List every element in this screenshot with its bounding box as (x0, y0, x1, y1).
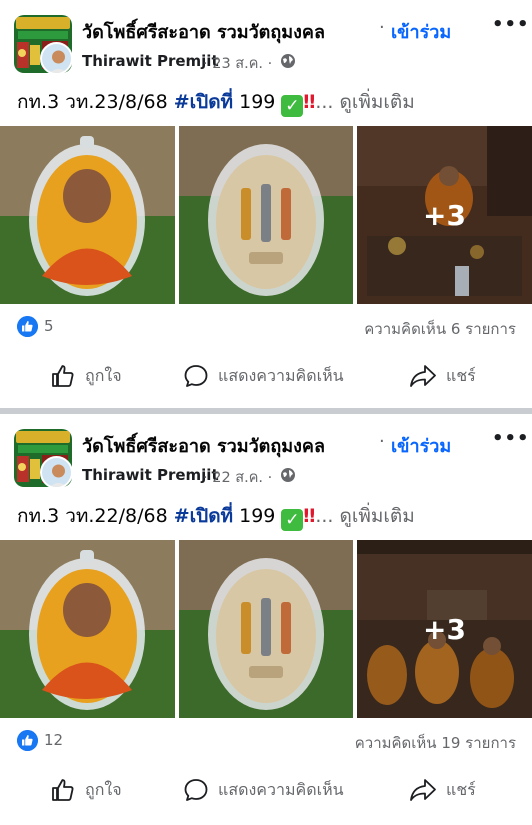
comment-button[interactable]: แสดงความคิดเห็น (183, 768, 344, 812)
more-icon[interactable]: ••• (492, 428, 530, 449)
comment-bubble-icon (184, 365, 208, 387)
feed-post: วัดโพธิ์ศรีสะอาด รวมวัตถุมงคล · เข้าร่วม… (0, 414, 532, 825)
reactions-bar: 12 ความคิดเห็น 19 รายการ (0, 726, 532, 754)
post-text: กท.3 วท.23/8/68 #เปิดที่ 199 ✓ ‼... ดูเพิ… (17, 87, 415, 117)
group-name-link[interactable]: วัดโพธิ์ศรีสะอาด รวมวัตถุมงคล (82, 17, 325, 46)
join-button[interactable]: เข้าร่วม (391, 17, 451, 46)
comment-count[interactable]: ความคิดเห็น 19 รายการ (355, 731, 516, 755)
comment-button[interactable]: แสดงความคิดเห็น (183, 354, 344, 398)
double-exclamation-emoji: ‼ (303, 91, 316, 113)
check-emoji: ✓ (281, 509, 304, 531)
like-count[interactable]: 5 (44, 317, 54, 335)
post-date[interactable]: · 22 ส.ค. · (203, 466, 272, 489)
reactions-bar: 5 ความคิดเห็น 6 รายการ (0, 312, 532, 340)
photo-amulet-back[interactable] (179, 126, 353, 304)
post-text-prefix: กท.3 วท.23/8/68 (17, 91, 174, 113)
thumbs-up-icon (52, 779, 74, 801)
group-name-link[interactable]: วัดโพธิ์ศรีสะอาด รวมวัตถุมงคล (82, 431, 325, 460)
more-photos-count: +3 (357, 540, 532, 718)
hashtag-link[interactable]: #เปิดที่ (174, 91, 233, 113)
like-button[interactable]: ถูกใจ (50, 768, 122, 812)
thumbs-up-icon (52, 365, 74, 387)
author-name-link[interactable]: Thirawit Premjit (82, 466, 219, 484)
photo-amulet-back[interactable] (179, 540, 353, 718)
globe-icon (281, 54, 295, 68)
see-more-link[interactable]: ... ดูเพิ่มเติม (315, 505, 414, 527)
like-reaction-icon[interactable] (17, 730, 38, 751)
photo-amulet-portrait[interactable] (0, 126, 175, 304)
more-photos-count: +3 (357, 126, 532, 304)
join-button[interactable]: เข้าร่วม (391, 431, 451, 460)
author-avatar[interactable] (40, 456, 73, 489)
share-arrow-icon (410, 779, 436, 801)
photo-grid: +3 (0, 126, 532, 304)
see-more-link[interactable]: ... ดูเพิ่มเติม (315, 91, 414, 113)
like-button[interactable]: ถูกใจ (50, 354, 122, 398)
more-icon[interactable]: ••• (492, 14, 530, 35)
like-label: ถูกใจ (85, 365, 122, 385)
photo-amulet-portrait[interactable] (0, 540, 175, 718)
share-button[interactable]: แชร์ (409, 354, 476, 398)
action-bar: ถูกใจ แสดงความคิดเห็น แชร์ (0, 768, 532, 812)
post-text-number: 199 (233, 91, 282, 113)
post-text: กท.3 วท.22/8/68 #เปิดที่ 199 ✓ ‼... ดูเพิ… (17, 501, 415, 531)
like-count[interactable]: 12 (44, 731, 63, 749)
feed-post: วัดโพธิ์ศรีสะอาด รวมวัตถุมงคล · เข้าร่วม… (0, 0, 532, 408)
like-label: ถูกใจ (85, 779, 122, 799)
hashtag-link[interactable]: #เปิดที่ (174, 505, 233, 527)
double-exclamation-emoji: ‼ (303, 505, 316, 527)
photo-ceremony-more[interactable]: +3 (357, 126, 532, 304)
separator-dot: · (379, 431, 385, 452)
separator-dot: · (379, 17, 385, 38)
post-header: วัดโพธิ์ศรีสะอาด รวมวัตถุมงคล · เข้าร่วม… (0, 414, 532, 494)
comment-label: แสดงความคิดเห็น (218, 779, 344, 799)
share-label: แชร์ (446, 779, 476, 799)
photo-ceremony-more[interactable]: +3 (357, 540, 532, 718)
author-avatar[interactable] (40, 42, 73, 75)
share-label: แชร์ (446, 365, 476, 385)
post-text-prefix: กท.3 วท.22/8/68 (17, 505, 174, 527)
check-emoji: ✓ (281, 95, 304, 117)
globe-icon (281, 468, 295, 482)
like-reaction-icon[interactable] (17, 316, 38, 337)
action-bar: ถูกใจ แสดงความคิดเห็น แชร์ (0, 354, 532, 398)
share-button[interactable]: แชร์ (409, 768, 476, 812)
photo-grid: +3 (0, 540, 532, 718)
post-date[interactable]: · 23 ส.ค. · (203, 52, 272, 75)
post-header: วัดโพธิ์ศรีสะอาด รวมวัตถุมงคล · เข้าร่วม… (0, 0, 532, 80)
comment-label: แสดงความคิดเห็น (218, 365, 344, 385)
post-text-number: 199 (233, 505, 282, 527)
author-name-link[interactable]: Thirawit Premjit (82, 52, 219, 70)
comment-bubble-icon (184, 779, 208, 801)
comment-count[interactable]: ความคิดเห็น 6 รายการ (364, 317, 516, 341)
share-arrow-icon (410, 365, 436, 387)
